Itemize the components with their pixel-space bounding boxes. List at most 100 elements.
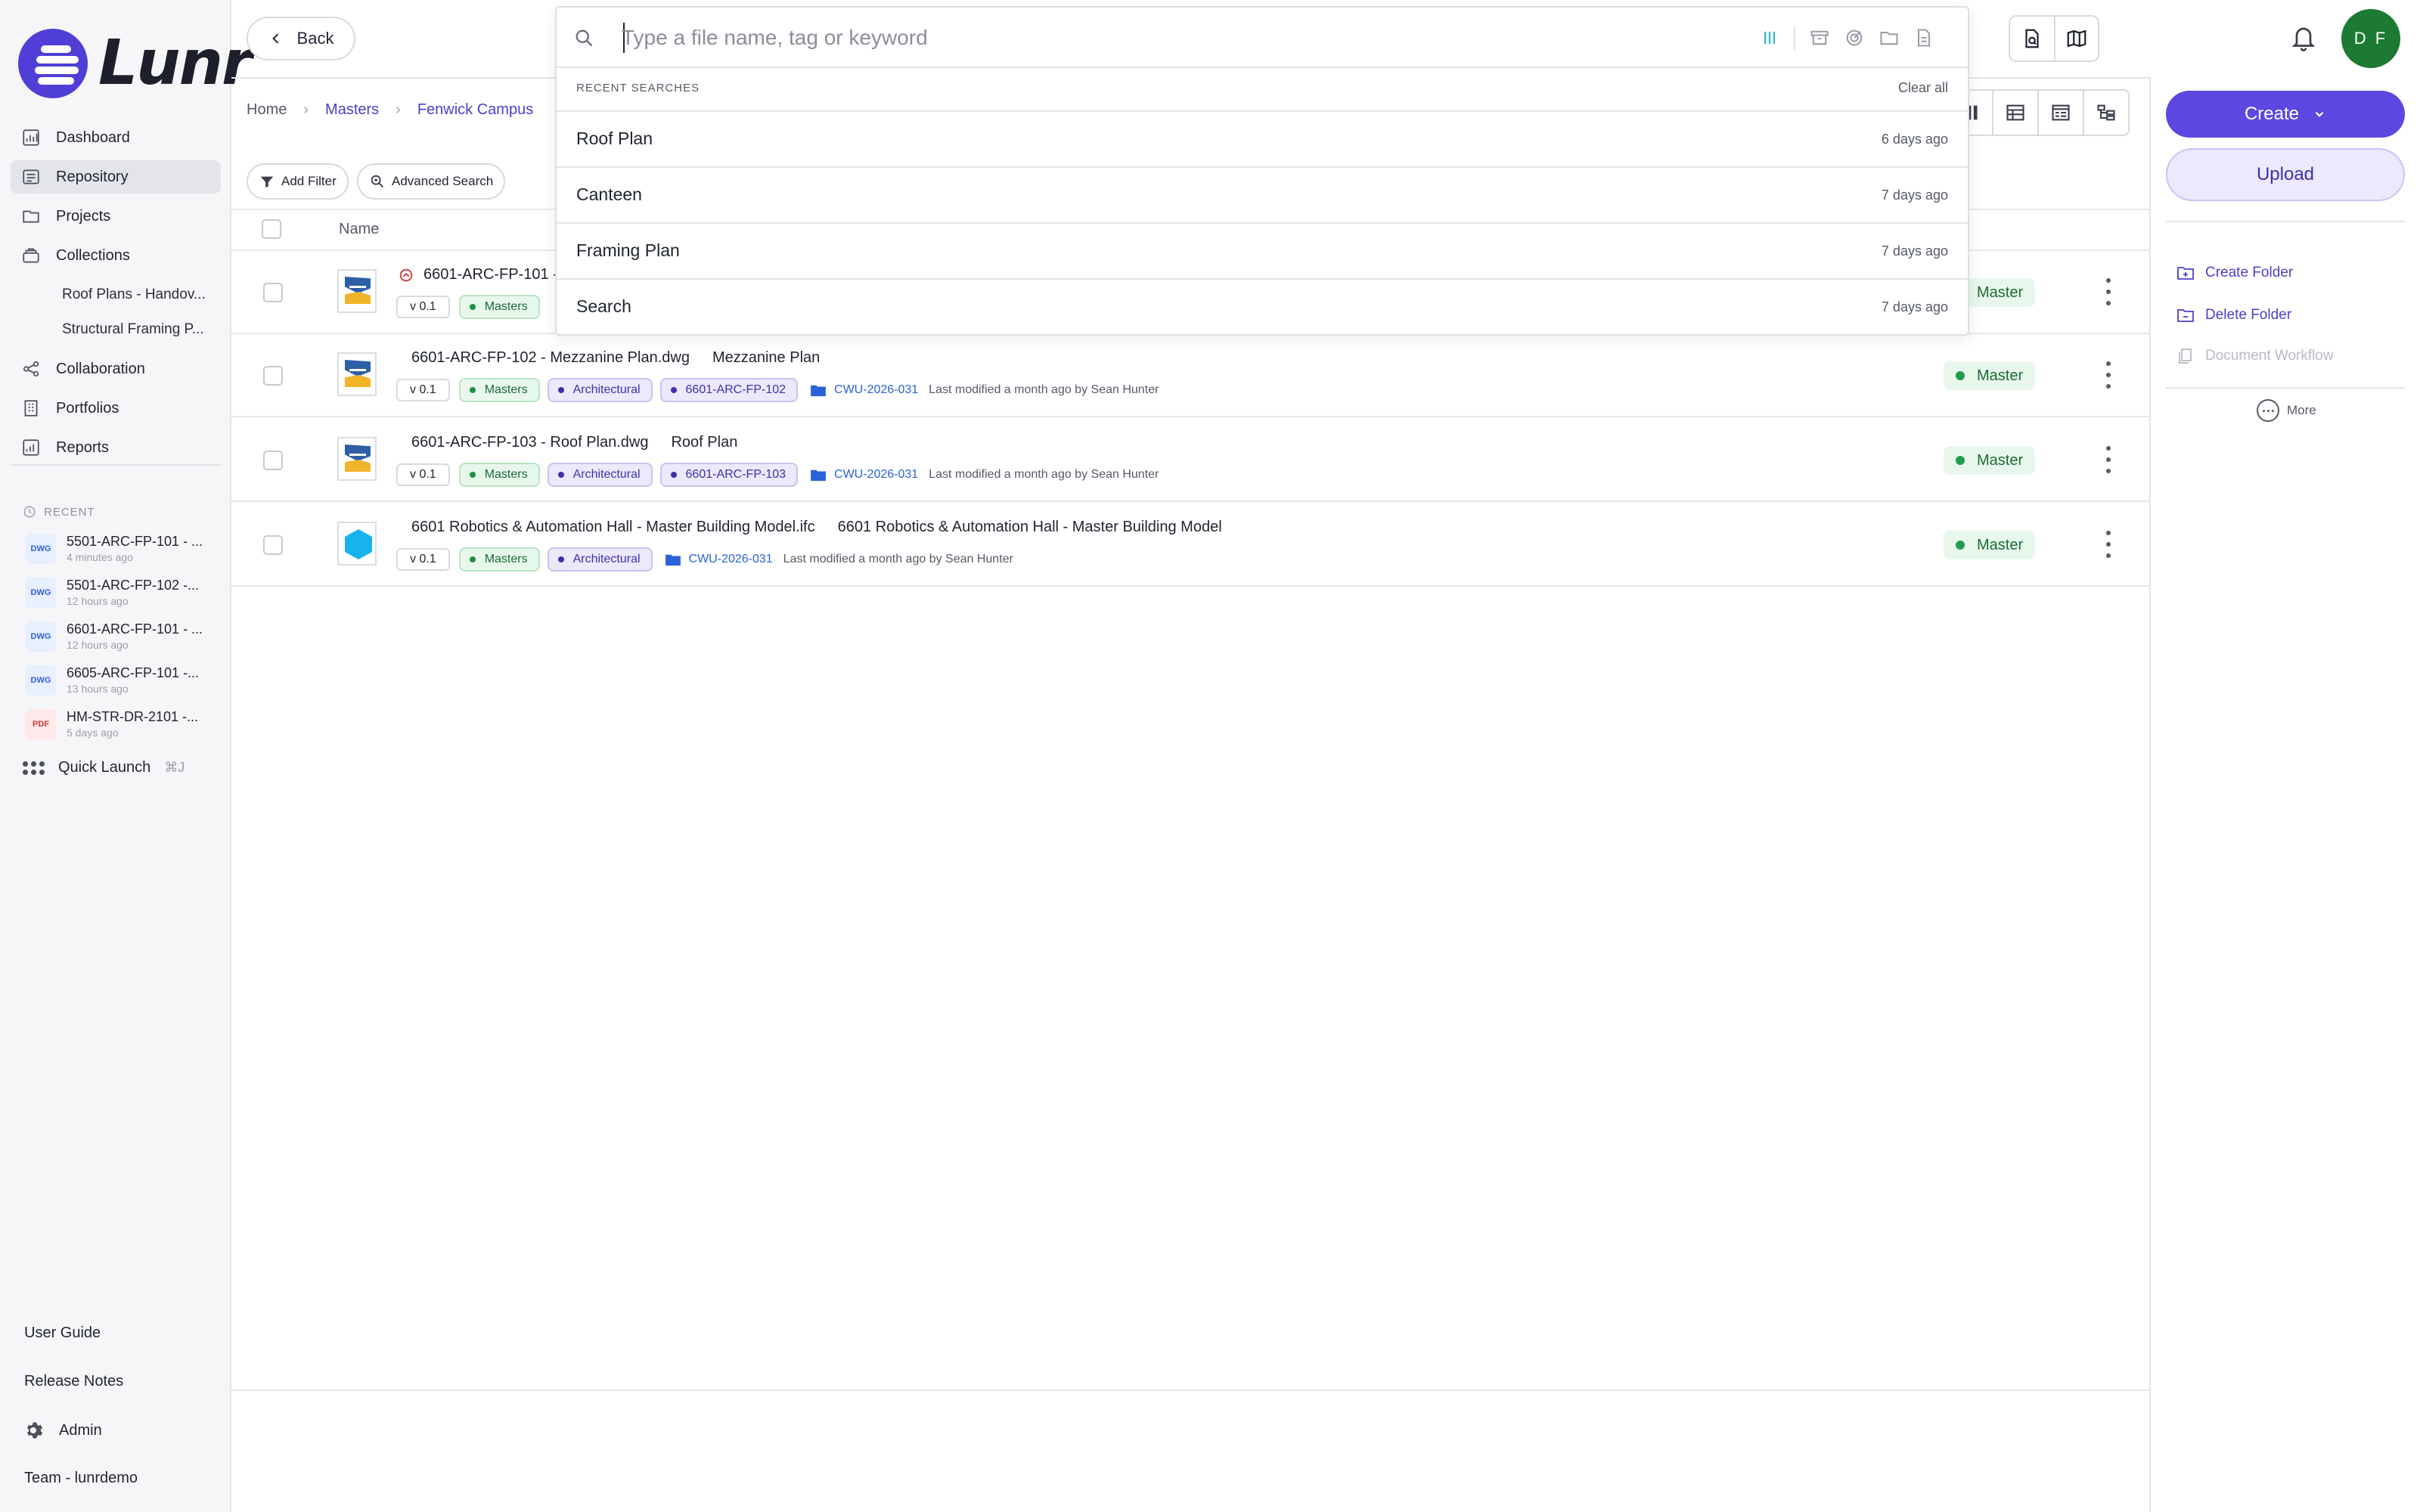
last-modified: Last modified a month ago by Sean Hunter: [929, 468, 1159, 481]
recent-search-item[interactable]: Framing Plan 7 days ago: [557, 222, 1968, 278]
more-vertical-icon[interactable]: [2104, 361, 2113, 389]
more-actions-button[interactable]: More: [2257, 399, 2316, 422]
tag-chip[interactable]: Masters: [458, 378, 540, 402]
user-avatar[interactable]: D F: [2341, 9, 2400, 68]
breadcrumb-current[interactable]: Fenwick Campus: [417, 101, 533, 119]
sidebar-item-repository[interactable]: Repository: [11, 160, 221, 194]
table-footer-divider: [231, 1390, 2149, 1391]
file-meta: v 0.1 Masters: [396, 295, 548, 319]
chart-icon: [23, 129, 39, 146]
folder-link[interactable]: CWU-2026-031: [810, 383, 918, 397]
recent-search-item[interactable]: Canteen 7 days ago: [557, 166, 1968, 222]
advanced-search-button[interactable]: Advanced Search: [357, 163, 506, 200]
tag-chip[interactable]: Architectural: [547, 378, 653, 402]
delete-folder-action[interactable]: Delete Folder: [2176, 307, 2291, 324]
recent-item[interactable]: DWG 5501-ARC-FP-102 -... 12 hours ago: [26, 578, 215, 621]
folder-filled-icon: [811, 385, 826, 397]
sidebar-divider: [11, 464, 221, 466]
admin-link[interactable]: Admin: [24, 1420, 102, 1441]
version-badge[interactable]: v 0.1: [396, 379, 450, 401]
recent-search-item[interactable]: Search 7 days ago: [557, 278, 1968, 334]
sidebar-item-dashboard[interactable]: Dashboard: [11, 121, 221, 154]
recent-search-item[interactable]: Roof Plan 6 days ago: [557, 110, 1968, 166]
file-name[interactable]: 6601 Robotics & Automation Hall - Master…: [411, 519, 1222, 536]
notification-bell-icon[interactable]: [2290, 23, 2317, 53]
tag-chip[interactable]: Architectural: [547, 547, 653, 572]
breadcrumb-masters[interactable]: Masters: [325, 101, 379, 119]
collection-item[interactable]: Roof Plans - Handov...: [11, 278, 221, 311]
clear-all-button[interactable]: Clear all: [1898, 80, 1948, 96]
tree-view-button[interactable]: [2083, 91, 2128, 135]
table-row[interactable]: 6601-ARC-FP-103 - Roof Plan.dwg Roof Pla…: [231, 419, 2149, 502]
card-list-icon: [2052, 104, 2070, 121]
actions-panel: Create Upload Create Folder Delete Folde…: [2149, 77, 2420, 1512]
select-all-checkbox[interactable]: [262, 219, 281, 239]
document-icon[interactable]: [1913, 27, 1934, 48]
upload-button[interactable]: Upload: [2166, 148, 2405, 201]
sidebar-item-collections[interactable]: Collections: [11, 239, 221, 272]
sidebar-item-portfolios[interactable]: Portfolios: [11, 392, 221, 425]
document-search-button[interactable]: [2010, 17, 2054, 60]
version-badge[interactable]: v 0.1: [396, 463, 450, 486]
create-button[interactable]: Create: [2166, 91, 2405, 138]
version-badge[interactable]: v 0.1: [396, 296, 450, 318]
create-folder-action[interactable]: Create Folder: [2176, 265, 2293, 281]
tag-chip[interactable]: Masters: [458, 295, 540, 319]
share-icon: [23, 361, 39, 377]
folder-link[interactable]: CWU-2026-031: [810, 468, 918, 482]
panel-divider: [2166, 221, 2405, 222]
recent-item[interactable]: DWG 6605-ARC-FP-101 -... 13 hours ago: [26, 665, 215, 709]
target-icon[interactable]: [1844, 27, 1865, 48]
more-vertical-icon[interactable]: [2104, 446, 2113, 473]
table-view-button[interactable]: [1992, 91, 2037, 135]
more-vertical-icon[interactable]: [2104, 278, 2113, 305]
version-badge[interactable]: v 0.1: [396, 548, 450, 571]
search-input[interactable]: [622, 20, 1680, 56]
card-view-button[interactable]: [2037, 91, 2083, 135]
row-checkbox[interactable]: [263, 366, 283, 386]
folder-plus-icon: [2177, 267, 2194, 280]
user-guide-link[interactable]: User Guide: [24, 1325, 101, 1342]
sidebar-item-reports[interactable]: Reports: [11, 431, 221, 464]
chevron-right-icon: ›: [396, 101, 401, 118]
file-name[interactable]: 6601-ARC-FP-102 - Mezzanine Plan.dwg Mez…: [411, 349, 820, 367]
folder-link[interactable]: CWU-2026-031: [665, 553, 773, 566]
back-button[interactable]: Back: [247, 17, 355, 60]
folder-outline-icon[interactable]: [1879, 27, 1900, 48]
row-checkbox[interactable]: [263, 535, 283, 555]
tag-chip[interactable]: 6601-ARC-FP-102: [659, 378, 799, 402]
collection-item[interactable]: Structural Framing P...: [11, 313, 221, 346]
more-vertical-icon[interactable]: [2104, 531, 2113, 558]
column-header-name[interactable]: Name: [339, 221, 379, 238]
lunr-logo[interactable]: Lunr: [18, 27, 252, 99]
sidebar-item-collaboration[interactable]: Collaboration: [11, 352, 221, 386]
table-row[interactable]: 6601 Robotics & Automation Hall - Master…: [231, 503, 2149, 587]
dwg-thumbnail: [337, 437, 377, 481]
tag-chip[interactable]: Masters: [458, 463, 540, 487]
row-checkbox[interactable]: [263, 283, 283, 302]
breadcrumb-home[interactable]: Home: [247, 101, 287, 119]
dwg-file-icon: DWG: [26, 578, 56, 608]
tag-chip[interactable]: Masters: [458, 547, 540, 572]
recent-item[interactable]: DWG 6601-ARC-FP-101 - ... 12 hours ago: [26, 621, 215, 665]
recent-item[interactable]: PDF HM-STR-DR-2101 -... 5 days ago: [26, 709, 215, 753]
add-filter-button[interactable]: Add Filter: [247, 163, 349, 200]
quick-launch-button[interactable]: Quick Launch ⌘J: [23, 759, 185, 776]
file-name[interactable]: 6601-ARC-FP-101 -: [398, 266, 558, 284]
pdf-file-icon: PDF: [26, 709, 56, 739]
release-notes-link[interactable]: Release Notes: [24, 1373, 123, 1390]
sliders-icon[interactable]: [1759, 27, 1780, 48]
chevron-left-icon: [271, 33, 278, 44]
tag-chip[interactable]: 6601-ARC-FP-103: [659, 463, 799, 487]
more-horizontal-icon: [2257, 399, 2279, 422]
tag-chip[interactable]: Architectural: [547, 463, 653, 487]
sidebar-item-label: Reports: [56, 438, 110, 456]
archive-icon[interactable]: [1809, 27, 1830, 48]
map-view-button[interactable]: [2054, 17, 2098, 60]
sidebar-item-projects[interactable]: Projects: [11, 200, 221, 233]
team-switcher[interactable]: Team - lunrdemo: [24, 1470, 138, 1487]
table-row[interactable]: 6601-ARC-FP-102 - Mezzanine Plan.dwg Mez…: [231, 334, 2149, 417]
recent-item[interactable]: DWG 5501-ARC-FP-101 - ... 4 minutes ago: [26, 534, 215, 578]
row-checkbox[interactable]: [263, 451, 283, 470]
file-name[interactable]: 6601-ARC-FP-103 - Roof Plan.dwg Roof Pla…: [411, 434, 737, 451]
